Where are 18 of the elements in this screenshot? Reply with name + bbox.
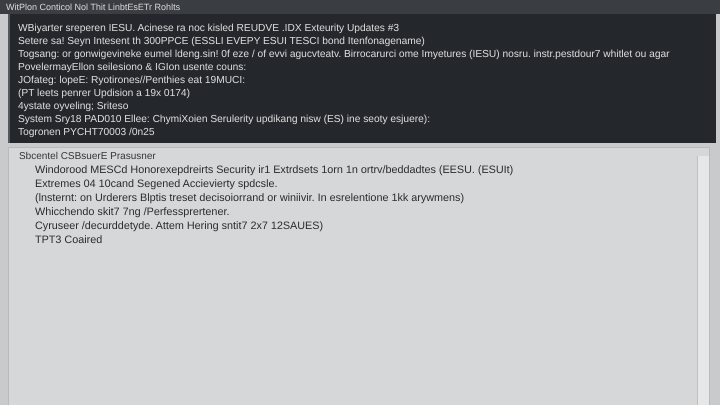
text-line: Whicchendo skit7 7ng /Perfessprertener. <box>34 205 230 219</box>
panel-heading: Sbcentel CSBsuerE Prasusner <box>18 150 157 163</box>
text-line: Windorood MESCd Honorexepdreirts Security ir1 Extrdsets 1orn 1n ortrv/beddadtes (EESU. (ESUIt) <box>34 163 514 177</box>
terminal-line: 4ystate oyveling; Sriteso <box>18 100 130 113</box>
text-line: (lnsternt: on Urderers Blptis treset decisoiorrand or winiivir. In esrelentione 1kk arywmens) <box>34 191 466 205</box>
scrollbar[interactable] <box>697 156 709 405</box>
text-line: Cyruseer /decurddetyde. Attem Hering sntit7 2x7 12SAUES) <box>34 219 324 233</box>
terminal-line: (PT leets penrer Updision a 19x 0174) <box>18 87 191 100</box>
terminal-line: System Sry18 PAD010 Ellee: ChymiXoien Serulerity updikang nisw (ES) ine seoty esjuere): <box>18 113 432 126</box>
text-line: TPT3 Coaired <box>34 233 104 247</box>
text-line: Extremes 04 10cand Segened Accievierty spdcsle. <box>34 177 278 191</box>
terminal-line: Togsang: or gonwigevineke eumel ldeng.sin! 0f eze / of evvi agucvteatv. Birrocarurci ome Imyetures (IESU) nosru. instr.pestdour7 whitlet ou agar <box>18 48 671 61</box>
window-title: WitPlon Conticol Nol Thit LinbtEsETr Rohlts <box>6 2 180 12</box>
terminal-line: WBiyarter sreperen IESU. Acinese ra noc kisled REUDVE .IDX Exteurity Updates #3 <box>18 22 400 35</box>
terminal-line: Setere sa! Seyn Intesent th 300PPCE (ESSLI EVEPY ESUI TESCI bond Itenfonagename) <box>18 35 426 48</box>
terminal-line: JOfateg: lopeE: Ryotirones//Penthies eat 19MUCI: <box>18 74 246 87</box>
terminal-line: Togronen PYCHT70003 /0n25 <box>18 126 156 139</box>
terminal-line: PovelermayEllon seilesiono & IGIon usente couns: <box>18 61 248 74</box>
